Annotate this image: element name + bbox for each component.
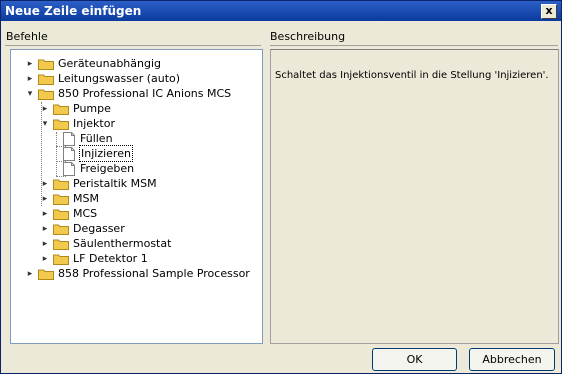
tree-item[interactable]: ▸ 858 Professional Sample Processor — [25, 266, 251, 281]
tree-item-label: MSM — [73, 192, 99, 205]
tree-item-label: Injektor — [73, 117, 115, 130]
tree-item-label: Injizieren — [79, 145, 133, 162]
tree-item-label: Füllen — [80, 132, 113, 145]
tree-item-label: 850 Professional IC Anions MCS — [58, 87, 232, 100]
description-header-divider — [270, 45, 558, 46]
close-button[interactable]: x — [541, 4, 557, 19]
tree-item[interactable]: ▸ Degasser — [40, 221, 126, 236]
tree-item[interactable]: ▾ 850 Professional IC Anions MCS — [25, 86, 232, 101]
tree-guide-line — [56, 132, 57, 176]
tree-item-label: 858 Professional Sample Processor — [58, 267, 250, 280]
tree-item-label: MCS — [73, 207, 98, 220]
folder-icon — [38, 59, 54, 70]
window-title: Neue Zeile einfügen — [5, 4, 142, 18]
tree-item[interactable]: ▸ Geräteunabhängig — [25, 56, 162, 71]
tree-item[interactable]: Freigeben — [63, 161, 135, 176]
expand-icon[interactable]: ▸ — [40, 239, 50, 249]
collapse-icon[interactable]: ▾ — [40, 119, 50, 129]
tree-item[interactable]: ▸ Pumpe — [40, 101, 112, 116]
expand-icon[interactable]: ▸ — [40, 209, 50, 219]
description-panel: Schaltet das Injektionsventil in die Ste… — [270, 49, 559, 344]
expand-icon[interactable]: ▸ — [40, 224, 50, 234]
commands-header: Befehle — [6, 30, 48, 43]
ok-button[interactable]: OK — [372, 348, 457, 371]
expand-icon[interactable]: ▸ — [40, 179, 50, 189]
folder-icon — [53, 104, 69, 115]
expand-icon[interactable]: ▸ — [40, 104, 50, 114]
expand-icon[interactable]: ▸ — [40, 194, 50, 204]
description-text: Schaltet das Injektionsventil in die Ste… — [275, 70, 549, 81]
tree-item[interactable]: Injizieren — [63, 145, 133, 162]
tree-item-label: LF Detektor 1 — [73, 252, 148, 265]
expand-icon[interactable]: ▸ — [25, 74, 35, 84]
folder-icon — [53, 224, 69, 235]
folder-icon — [53, 254, 69, 265]
tree-item[interactable]: ▸ MSM — [40, 191, 100, 206]
folder-icon — [38, 269, 54, 280]
title-bar[interactable]: Neue Zeile einfügen x — [1, 1, 561, 21]
collapse-icon[interactable]: ▾ — [25, 89, 35, 99]
tree-item[interactable]: ▾ Injektor — [40, 116, 116, 131]
folder-icon — [38, 74, 54, 85]
tree-item-label: Degasser — [73, 222, 125, 235]
tree-item[interactable]: ▸ Leitungswasser (auto) — [25, 71, 181, 86]
tree-item[interactable]: ▸ LF Detektor 1 — [40, 251, 149, 266]
expand-icon[interactable]: ▸ — [40, 254, 50, 264]
expand-icon[interactable]: ▸ — [25, 59, 35, 69]
document-icon — [63, 146, 75, 161]
expand-icon[interactable]: ▸ — [25, 269, 35, 279]
document-icon — [63, 161, 75, 176]
tree-item-label: Pumpe — [73, 102, 111, 115]
tree-item-label: Geräteunabhängig — [58, 57, 162, 70]
folder-icon — [53, 179, 69, 190]
folder-icon — [53, 209, 69, 220]
folder-icon — [53, 119, 69, 130]
tree-item-label: Freigeben — [80, 162, 135, 175]
folder-icon — [53, 194, 69, 205]
tree-item[interactable]: ▸ Säulenthermostat — [40, 236, 172, 251]
tree-item[interactable]: ▸ MCS — [40, 206, 98, 221]
tree-item-label: Säulenthermostat — [73, 237, 172, 250]
tree-item[interactable]: Füllen — [63, 131, 114, 146]
cancel-button[interactable]: Abbrechen — [469, 348, 555, 371]
tree-item-label: Leitungswasser (auto) — [58, 72, 181, 85]
folder-icon — [53, 239, 69, 250]
description-header: Beschreibung — [270, 30, 346, 43]
dialog-window: Neue Zeile einfügen x Befehle Beschreibu… — [0, 0, 562, 374]
document-icon — [63, 131, 75, 146]
folder-icon — [38, 89, 54, 100]
tree-item[interactable]: ▸ Peristaltik MSM — [40, 176, 158, 191]
commands-header-divider — [5, 45, 261, 46]
command-tree[interactable]: ▸ Geräteunabhängig ▸ Leitungswasser (auto) ▾… — [10, 49, 263, 344]
tree-item-label: Peristaltik MSM — [73, 177, 157, 190]
